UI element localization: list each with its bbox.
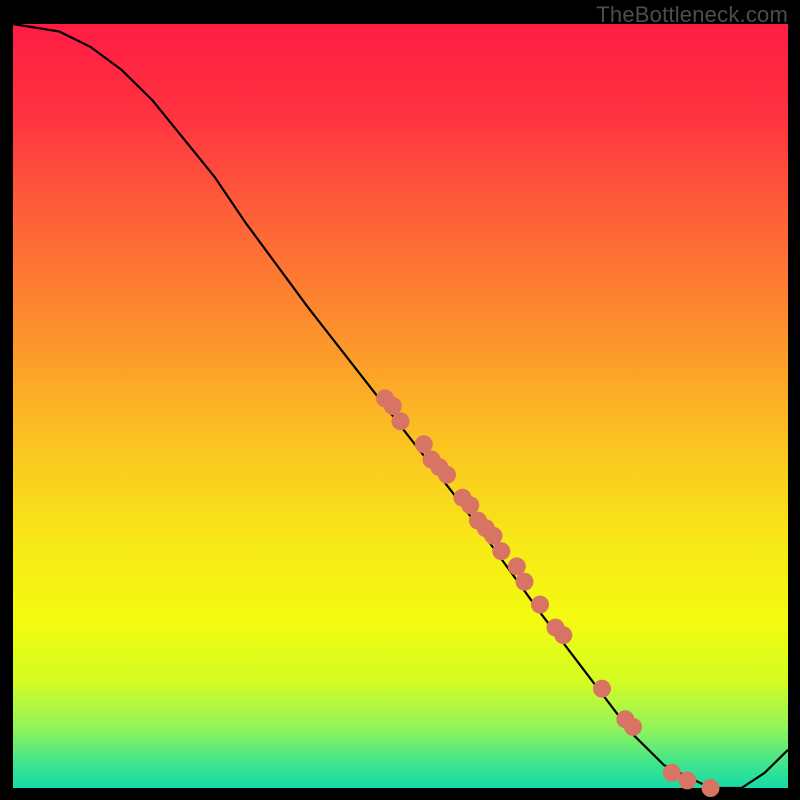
data-point [678, 771, 696, 789]
chart-canvas [0, 0, 800, 800]
data-point [392, 412, 410, 430]
data-point [384, 397, 402, 415]
data-point [663, 764, 681, 782]
data-point [624, 718, 642, 736]
data-point [593, 680, 611, 698]
data-point [531, 596, 549, 614]
data-point [485, 527, 503, 545]
attribution-label: TheBottleneck.com [596, 2, 788, 28]
data-point [492, 542, 510, 560]
data-point [508, 557, 526, 575]
data-point [461, 496, 479, 514]
data-point [415, 435, 433, 453]
data-point [554, 626, 572, 644]
data-point [702, 779, 720, 797]
chart-container: TheBottleneck.com [0, 0, 800, 800]
data-point [516, 573, 534, 591]
data-point [438, 466, 456, 484]
